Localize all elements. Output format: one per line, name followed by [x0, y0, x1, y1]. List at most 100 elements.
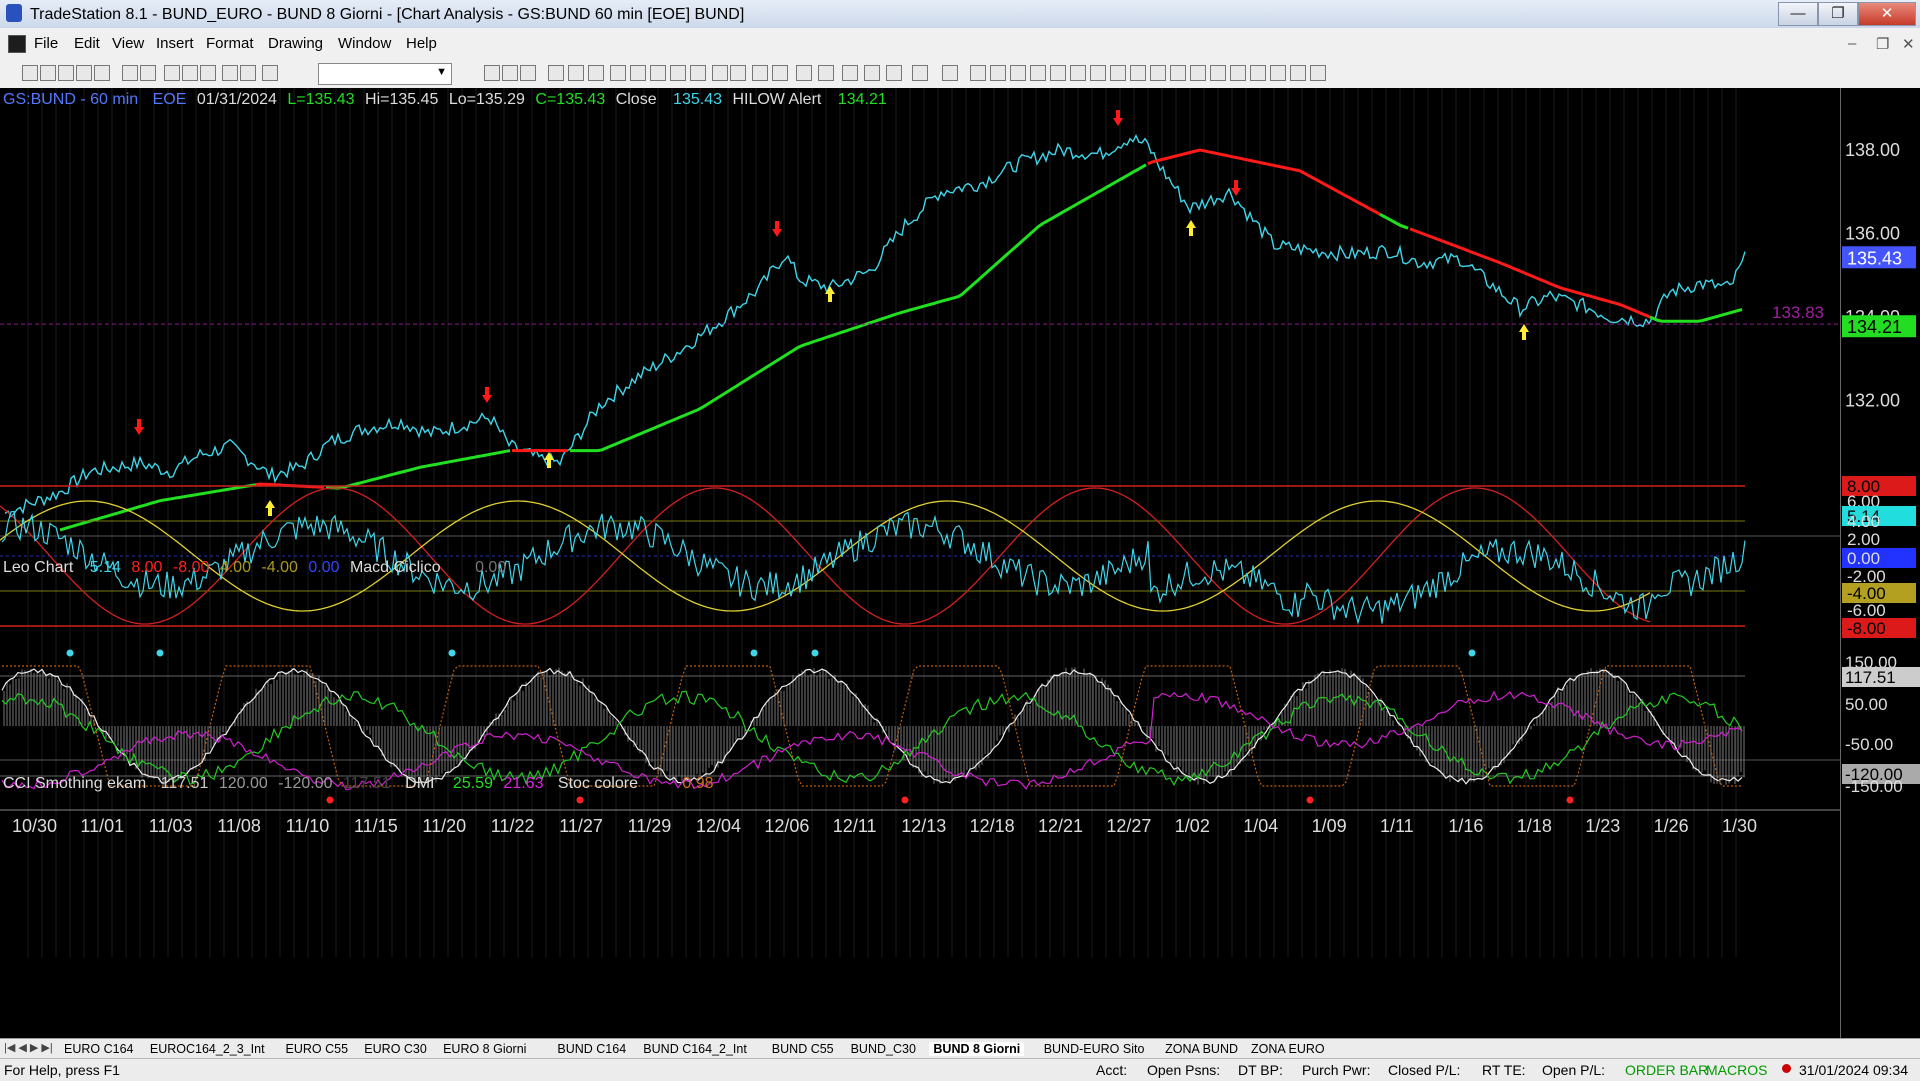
tab-nav-icon[interactable]: |◀ ◀ ▶ ▶| — [4, 1041, 53, 1054]
toolbar-button-icon[interactable] — [94, 65, 110, 81]
sheet-tab[interactable]: BUND_C30 — [851, 1042, 916, 1056]
toolbar-button-icon[interactable] — [568, 65, 584, 81]
sheet-tab[interactable]: EURO C55 — [286, 1042, 349, 1056]
toolbar-button-icon[interactable] — [22, 65, 38, 81]
date-axis-label: 12/11 — [833, 816, 877, 836]
toolbar-button-icon[interactable] — [588, 65, 604, 81]
menu-drawing[interactable]: Drawing — [268, 35, 323, 52]
dmi-name: DMI — [405, 775, 435, 792]
toolbar-button-icon[interactable] — [1090, 65, 1106, 81]
stoc-name: Stoc colore — [557, 775, 638, 792]
mdi-restore-button[interactable]: ❐ — [1876, 35, 1889, 53]
sheet-tab[interactable]: BUND C164_2_Int — [643, 1042, 747, 1056]
sheet-tab[interactable]: BUND C164 — [557, 1042, 626, 1056]
toolbar-button-icon[interactable] — [842, 65, 858, 81]
sheet-tab[interactable]: BUND-EURO Sito — [1044, 1042, 1145, 1056]
toolbar-button-icon[interactable] — [122, 65, 138, 81]
sheet-tab[interactable]: BUND 8 Giorni — [929, 1042, 1025, 1056]
macd-v3: -8.00 — [172, 559, 210, 576]
toolbar-button-icon[interactable] — [1110, 65, 1126, 81]
toolbar-button-icon[interactable] — [58, 65, 74, 81]
toolbar-button-icon[interactable] — [752, 65, 768, 81]
toolbar-button-icon[interactable] — [1310, 65, 1326, 81]
toolbar-button-icon[interactable] — [1210, 65, 1226, 81]
menu-file[interactable]: File — [34, 35, 58, 52]
toolbar-button-icon[interactable] — [864, 65, 880, 81]
toolbar-button-icon[interactable] — [1250, 65, 1266, 81]
toolbar-button-icon[interactable] — [970, 65, 986, 81]
menu-insert[interactable]: Insert — [156, 35, 194, 52]
toolbar-button-icon[interactable] — [1010, 65, 1026, 81]
toolbar-button-icon[interactable] — [712, 65, 728, 81]
sheet-tabs-bar: |◀ ◀ ▶ ▶| EURO C164 EUROC164_2_3_Int EURO … — [0, 1038, 1920, 1059]
close-word: Close — [615, 91, 657, 108]
toolbar-button-icon[interactable] — [164, 65, 180, 81]
toolbar-button-icon[interactable] — [182, 65, 198, 81]
macros-button[interactable]: MACROS — [1706, 1062, 1767, 1078]
menu-window[interactable]: Window — [338, 35, 391, 52]
menu-help[interactable]: Help — [406, 35, 437, 52]
toolbar-button-icon[interactable] — [886, 65, 902, 81]
sheet-tab[interactable]: BUND C55 — [772, 1042, 834, 1056]
mdi-minimize-button[interactable]: – — [1848, 35, 1856, 52]
toolbar-button-icon[interactable] — [610, 65, 626, 81]
toolbar-button-icon[interactable] — [222, 65, 238, 81]
sheet-tab[interactable]: ZONA BUND — [1165, 1042, 1238, 1056]
order-bar-button[interactable]: ORDER BAR — [1625, 1062, 1708, 1078]
toolbar-button-icon[interactable] — [200, 65, 216, 81]
toolbar-button-icon[interactable] — [1190, 65, 1206, 81]
date-axis-label: 1/04 — [1243, 816, 1278, 836]
sheet-tab[interactable]: EURO C164 — [64, 1042, 133, 1056]
toolbar-button-icon[interactable] — [40, 65, 56, 81]
toolbar-button-icon[interactable] — [1230, 65, 1246, 81]
close-label: C=135.43 — [535, 91, 606, 108]
toolbar-button-icon[interactable] — [670, 65, 686, 81]
close-button[interactable]: ✕ — [1858, 2, 1916, 26]
price-axis[interactable]: 138.00136.00134.00132.00130.00135.43134.… — [1840, 88, 1920, 1048]
sheet-tab[interactable]: ZONA EURO — [1251, 1042, 1325, 1056]
toolbar-button-icon[interactable] — [772, 65, 788, 81]
toolbar-button-icon[interactable] — [1050, 65, 1066, 81]
toolbar-button-icon[interactable] — [1150, 65, 1166, 81]
toolbar-button-icon[interactable] — [818, 65, 834, 81]
toolbar-button-icon[interactable] — [140, 65, 156, 81]
date-axis-label: 1/11 — [1380, 816, 1414, 836]
toolbar-button-icon[interactable] — [76, 65, 92, 81]
symbol-combo[interactable]: ▼ — [318, 63, 452, 85]
sheet-tab[interactable]: EURO 8 Giorni — [443, 1042, 526, 1056]
date-axis-label: 11/29 — [628, 816, 672, 836]
sheet-tab[interactable]: EURO C30 — [364, 1042, 427, 1056]
toolbar-button-icon[interactable] — [502, 65, 518, 81]
sheet-tab[interactable]: EUROC164_2_3_Int — [150, 1042, 265, 1056]
toolbar — [0, 58, 1920, 89]
mdi-close-button[interactable]: ✕ — [1902, 35, 1915, 53]
toolbar-button-icon[interactable] — [1030, 65, 1046, 81]
toolbar-button-icon[interactable] — [520, 65, 536, 81]
status-dt-bp: DT BP: — [1238, 1062, 1283, 1078]
toolbar-button-icon[interactable] — [630, 65, 646, 81]
restore-button[interactable]: ❐ — [1818, 2, 1858, 26]
toolbar-button-icon[interactable] — [942, 65, 958, 81]
toolbar-button-icon[interactable] — [650, 65, 666, 81]
toolbar-button-icon[interactable] — [1290, 65, 1306, 81]
toolbar-button-icon[interactable] — [730, 65, 746, 81]
status-closed-pl: Closed P/L: — [1388, 1062, 1461, 1078]
cci-tick-label: -150.00 — [1845, 777, 1903, 796]
toolbar-button-icon[interactable] — [484, 65, 500, 81]
toolbar-button-icon[interactable] — [1170, 65, 1186, 81]
toolbar-button-icon[interactable] — [1270, 65, 1286, 81]
toolbar-button-icon[interactable] — [990, 65, 1006, 81]
toolbar-button-icon[interactable] — [262, 65, 278, 81]
toolbar-button-icon[interactable] — [1130, 65, 1146, 81]
menu-view[interactable]: View — [112, 35, 144, 52]
minimize-button[interactable]: — — [1778, 2, 1818, 26]
toolbar-button-icon[interactable] — [548, 65, 564, 81]
toolbar-button-icon[interactable] — [690, 65, 706, 81]
toolbar-button-icon[interactable] — [912, 65, 928, 81]
toolbar-button-icon[interactable] — [1070, 65, 1086, 81]
toolbar-button-icon[interactable] — [240, 65, 256, 81]
price-tick-label: 136.00 — [1845, 224, 1900, 244]
toolbar-button-icon[interactable] — [796, 65, 812, 81]
menu-edit[interactable]: Edit — [74, 35, 100, 52]
menu-format[interactable]: Format — [206, 35, 254, 52]
